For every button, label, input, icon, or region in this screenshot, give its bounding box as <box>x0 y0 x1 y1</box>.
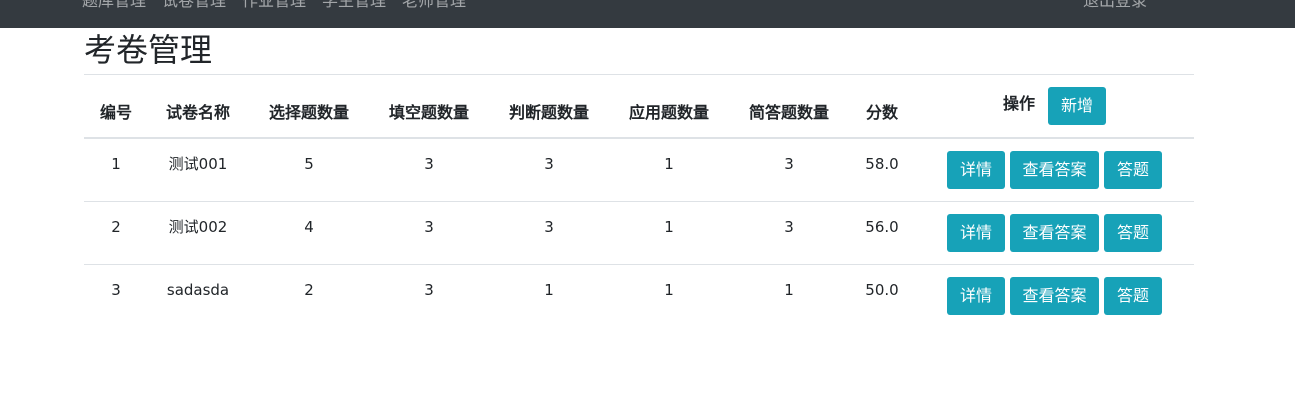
cell-application-count: 1 <box>664 155 674 173</box>
nav-student-management[interactable]: 学生管理 <box>322 0 386 11</box>
cell-judge-count: 1 <box>544 281 554 299</box>
header-paper-name: 试卷名称 <box>165 103 231 122</box>
cell-id: 2 <box>111 218 121 236</box>
row-divider <box>84 201 1194 202</box>
cell-paper-name: 测试002 <box>168 218 228 236</box>
view-answers-button[interactable]: 查看答案 <box>1010 214 1099 252</box>
cell-paper-name: 测试001 <box>168 155 228 173</box>
nav-homework-management[interactable]: 作业管理 <box>242 0 306 11</box>
top-navbar: 题库管理 试卷管理 作业管理 学生管理 老师管理 退出登录 <box>0 0 1295 28</box>
cell-fill-count: 3 <box>424 281 434 299</box>
cell-id: 1 <box>111 155 121 173</box>
cell-judge-count: 3 <box>544 218 554 236</box>
view-answers-button[interactable]: 查看答案 <box>1010 277 1099 315</box>
cell-short-answer-count: 3 <box>784 155 794 173</box>
header-fill-count: 填空题数量 <box>388 103 470 122</box>
title-divider <box>84 74 1194 75</box>
header-score: 分数 <box>865 103 899 122</box>
header-id: 编号 <box>99 103 133 122</box>
answer-button[interactable]: 答题 <box>1104 214 1162 252</box>
cell-fill-count: 3 <box>424 218 434 236</box>
cell-id: 3 <box>111 281 121 299</box>
cell-judge-count: 3 <box>544 155 554 173</box>
row-divider <box>84 264 1194 265</box>
view-answers-button[interactable]: 查看答案 <box>1010 151 1099 189</box>
cell-short-answer-count: 3 <box>784 218 794 236</box>
nav-paper-management[interactable]: 试卷管理 <box>162 0 226 11</box>
cell-paper-name: sadasda <box>166 281 230 299</box>
nav-question-bank[interactable]: 题库管理 <box>82 0 146 11</box>
cell-application-count: 1 <box>664 218 674 236</box>
header-short-answer-count: 简答题数量 <box>748 103 830 122</box>
details-button[interactable]: 详情 <box>947 151 1005 189</box>
cell-choice-count: 5 <box>304 155 314 173</box>
logout-link[interactable]: 退出登录 <box>1083 0 1147 11</box>
details-button[interactable]: 详情 <box>947 214 1005 252</box>
header-actions: 操作 <box>1002 94 1036 113</box>
cell-choice-count: 2 <box>304 281 314 299</box>
details-button[interactable]: 详情 <box>947 277 1005 315</box>
cell-score: 58.0 <box>865 155 899 173</box>
answer-button[interactable]: 答题 <box>1104 277 1162 315</box>
cell-score: 56.0 <box>865 218 899 236</box>
cell-application-count: 1 <box>664 281 674 299</box>
answer-button[interactable]: 答题 <box>1104 151 1162 189</box>
cell-choice-count: 4 <box>304 218 314 236</box>
header-judge-count: 判断题数量 <box>508 103 590 122</box>
add-paper-button[interactable]: 新增 <box>1048 87 1106 125</box>
nav-teacher-management[interactable]: 老师管理 <box>402 0 466 11</box>
header-divider <box>84 137 1194 139</box>
cell-score: 50.0 <box>865 281 899 299</box>
cell-short-answer-count: 1 <box>784 281 794 299</box>
header-application-count: 应用题数量 <box>628 103 710 122</box>
header-choice-count: 选择题数量 <box>268 103 350 122</box>
cell-fill-count: 3 <box>424 155 434 173</box>
page-title: 考卷管理 <box>84 31 213 69</box>
